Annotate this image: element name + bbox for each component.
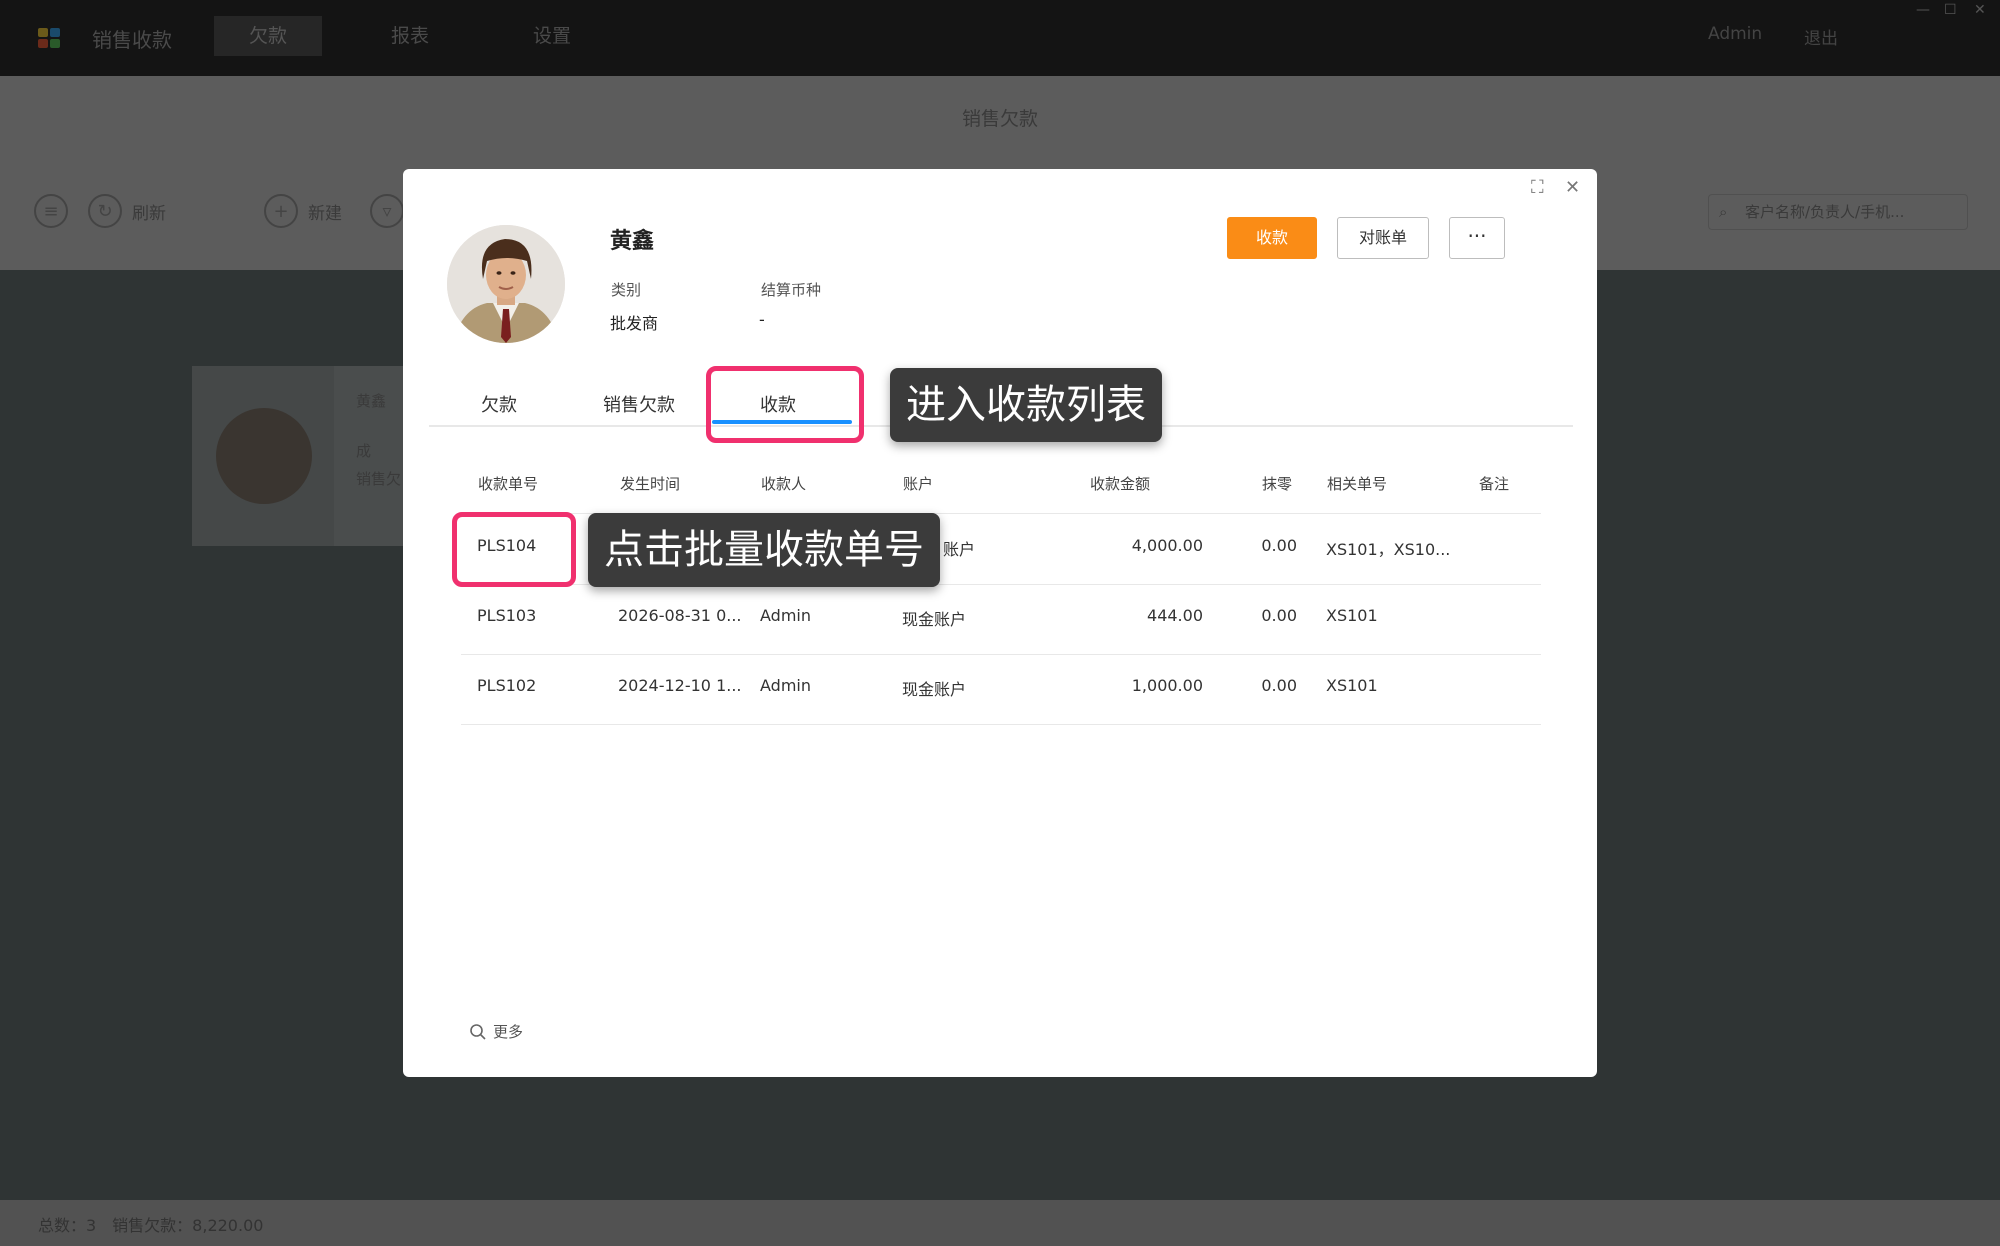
col-header-time: 发生时间	[620, 475, 681, 493]
close-icon[interactable]: ✕	[1565, 177, 1580, 198]
tab-arrears[interactable]: 欠款	[481, 391, 517, 417]
menu-icon: ≡	[34, 194, 68, 228]
col-header-related-no: 相关单号	[1327, 475, 1388, 493]
table-divider	[461, 654, 1541, 655]
avatar	[216, 408, 312, 504]
nav-item-arrears[interactable]: 欠款	[214, 16, 322, 56]
payee-cell: Admin	[760, 606, 811, 625]
page-title: 销售欠款	[961, 108, 1038, 130]
nav-item-settings[interactable]: 设置	[498, 16, 606, 56]
related-no-cell: XS101	[1326, 676, 1378, 695]
refresh-button[interactable]: ↻ 刷新	[88, 194, 166, 228]
search-placeholder: 客户名称/负责人/手机...	[1745, 203, 1905, 221]
minimize-icon[interactable]: —	[1916, 2, 1930, 18]
currency-value: -	[759, 310, 765, 329]
search-icon	[470, 1023, 486, 1040]
logout-link[interactable]: 退出	[1804, 24, 1838, 49]
col-header-rounding: 抹零	[1262, 475, 1293, 493]
fullscreen-icon[interactable]: ⛶	[1531, 177, 1544, 198]
search-icon: ⌕	[1719, 203, 1728, 221]
col-header-remark: 备注	[1479, 475, 1510, 493]
account-cell: 账户	[943, 540, 976, 559]
time-cell: 2026-08-31 0...	[618, 606, 742, 625]
card-avatar-pane	[192, 366, 334, 546]
maximize-icon[interactable]: ☐	[1944, 2, 1957, 18]
tab-tooltip: 进入收款列表	[890, 368, 1162, 442]
status-bar: 总数：3 销售欠款：8,220.00	[0, 1200, 2000, 1246]
app-title: 销售收款	[92, 28, 172, 52]
new-button[interactable]: + 新建	[264, 194, 342, 228]
payee-cell: Admin	[760, 676, 811, 695]
collect-payment-button[interactable]: 收款	[1227, 217, 1317, 259]
tab-sales-arrears[interactable]: 销售欠款	[603, 391, 675, 417]
col-header-payee: 收款人	[761, 475, 807, 493]
rounding-cell: 0.00	[1261, 676, 1297, 695]
more-link[interactable]: 更多	[469, 1021, 523, 1042]
refresh-icon: ↻	[88, 194, 122, 228]
col-header-account: 账户	[903, 475, 934, 493]
time-cell: 2024-12-10 1...	[618, 676, 742, 695]
rounding-cell: 0.00	[1261, 606, 1297, 625]
new-label: 新建	[308, 203, 342, 224]
customer-name: 黄鑫	[610, 229, 655, 254]
app-logo-icon	[38, 28, 62, 50]
category-label: 类别	[611, 281, 642, 299]
rounding-cell: 0.00	[1261, 536, 1297, 555]
receipt-no-link[interactable]: PLS102	[477, 676, 536, 695]
receipt-no-link[interactable]: PLS103	[477, 606, 536, 625]
amount-cell: 1,000.00	[1131, 676, 1203, 695]
customer-detail-dialog: ⛶ ✕ 黄鑫 类别 结算币种 批发商 - 收款 对账单 ··· 欠款 销售欠款 …	[403, 169, 1597, 1077]
close-window-icon[interactable]: ✕	[1974, 2, 1986, 18]
nav-item-reports[interactable]: 报表	[356, 16, 464, 56]
avatar	[447, 225, 565, 343]
menu-button[interactable]: ≡	[34, 194, 78, 228]
customer-photo	[447, 225, 565, 343]
col-header-amount: 收款金额	[1090, 475, 1151, 493]
account-cell: 现金账户	[902, 680, 967, 699]
category-value: 批发商	[610, 314, 659, 333]
receipt-no-tooltip: 点击批量收款单号	[588, 513, 940, 587]
currency-label: 结算币种	[761, 281, 822, 299]
top-navigation-bar: 销售收款 欠款 报表 设置 Admin 退出 — ☐ ✕	[0, 0, 2000, 76]
card-name: 黄鑫	[356, 392, 387, 410]
current-user[interactable]: Admin	[1708, 24, 1762, 44]
more-actions-button[interactable]: ···	[1449, 217, 1505, 259]
account-cell: 现金账户	[902, 610, 967, 629]
tab-highlight-box	[706, 366, 864, 443]
refresh-label: 刷新	[132, 203, 166, 224]
related-no-cell: XS101，XS10...	[1326, 540, 1451, 559]
status-summary: 总数：3 销售欠款：8,220.00	[38, 1216, 264, 1235]
plus-icon: +	[264, 194, 298, 228]
related-no-cell: XS101	[1326, 606, 1378, 625]
more-label: 更多	[493, 1023, 524, 1041]
filter-icon: ▿	[370, 194, 404, 228]
receipt-no-highlight-box	[452, 512, 576, 587]
statement-button[interactable]: 对账单	[1337, 217, 1429, 259]
card-line-2: 销售欠	[356, 470, 402, 488]
col-header-receipt-no: 收款单号	[478, 475, 539, 493]
amount-cell: 4,000.00	[1131, 536, 1203, 555]
search-input[interactable]: ⌕ 客户名称/负责人/手机...	[1708, 194, 1968, 230]
table-divider	[461, 724, 1541, 725]
card-line-1: 成	[356, 442, 372, 460]
amount-cell: 444.00	[1147, 606, 1203, 625]
